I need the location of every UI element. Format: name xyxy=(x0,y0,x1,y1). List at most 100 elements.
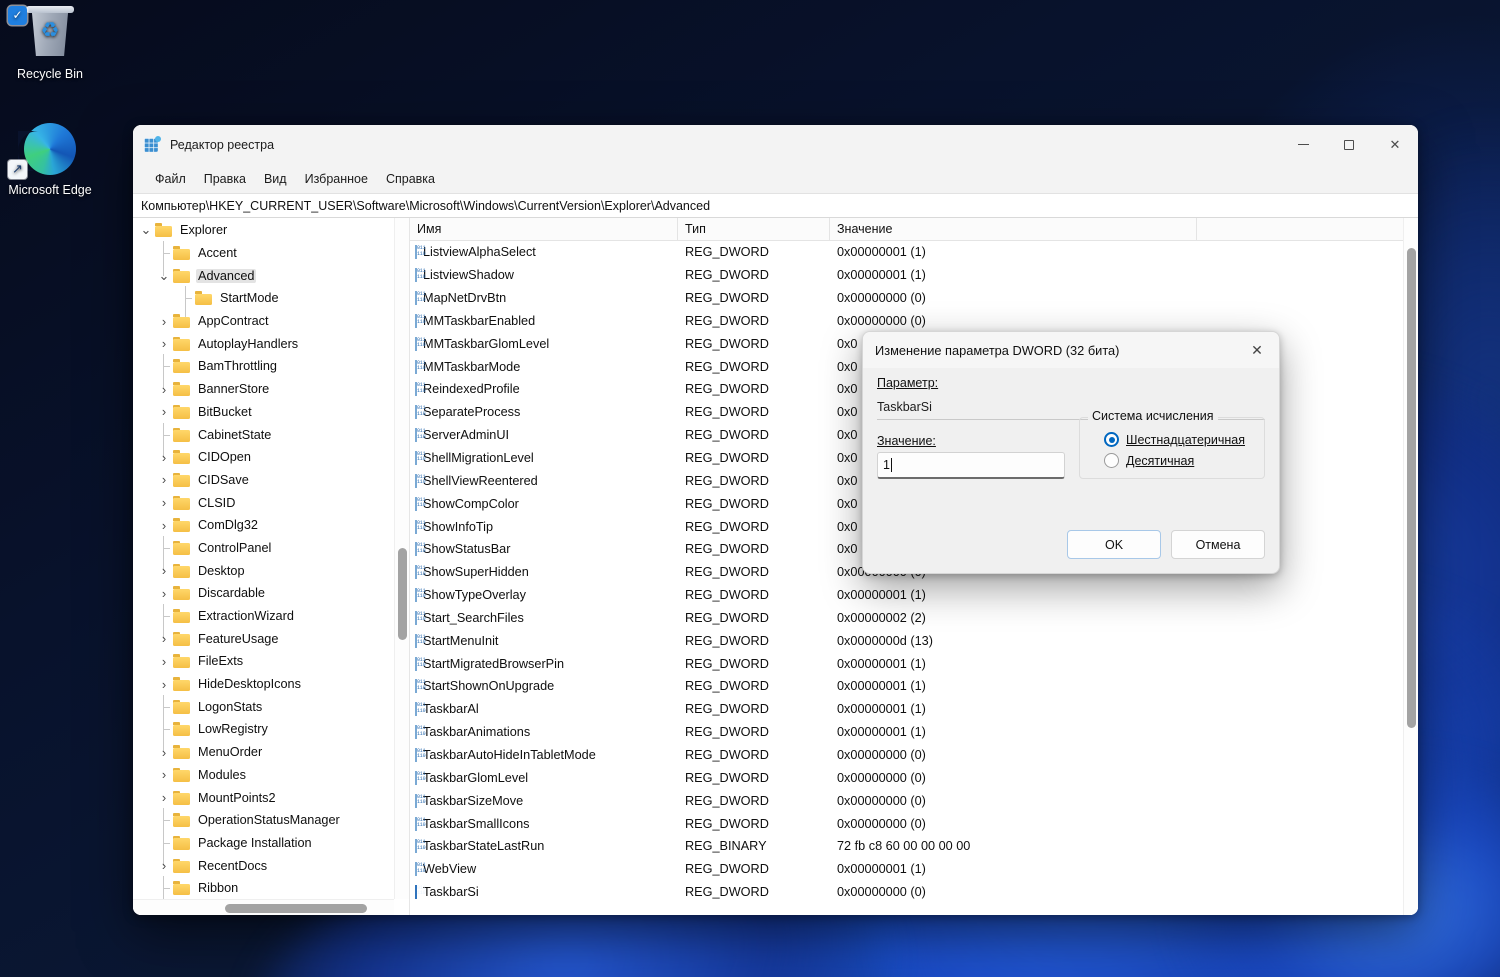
tree-item-cidopen[interactable]: ›CIDOpen xyxy=(133,446,393,469)
chevron-right-icon[interactable]: › xyxy=(155,473,173,486)
tree-item-package-installation[interactable]: Package Installation xyxy=(133,832,393,855)
registry-tree[interactable]: ⌄ExplorerAccent⌄AdvancedStartMode›AppCon… xyxy=(133,218,393,899)
tree-item-advanced[interactable]: ⌄Advanced xyxy=(133,264,393,287)
tree-item-clsid[interactable]: ›CLSID xyxy=(133,491,393,514)
tree-vertical-scroll-thumb[interactable] xyxy=(398,548,407,640)
tree-item-accent[interactable]: Accent xyxy=(133,242,393,265)
value-row[interactable]: 011110TaskbarAlREG_DWORD0x00000001 (1) xyxy=(410,698,1402,721)
value-row[interactable]: 011110StartShownOnUpgradeREG_DWORD0x0000… xyxy=(410,675,1402,698)
chevron-right-icon[interactable]: › xyxy=(155,383,173,396)
desktop[interactable]: ♻ ✓ Recycle Bin ↗ Microsoft Edge Редакто… xyxy=(0,0,1500,977)
value-row[interactable]: 011110ListviewAlphaSelectREG_DWORD0x0000… xyxy=(410,241,1402,264)
column-header-value[interactable]: Значение xyxy=(830,218,1197,240)
radio-decimal-icon[interactable] xyxy=(1104,453,1119,468)
tree-item-bitbucket[interactable]: ›BitBucket xyxy=(133,401,393,424)
tree-item-controlpanel[interactable]: ControlPanel xyxy=(133,537,393,560)
tree-item-startmode[interactable]: StartMode xyxy=(133,287,393,310)
chevron-right-icon[interactable]: › xyxy=(155,451,173,464)
tree-item-recentdocs[interactable]: ›RecentDocs xyxy=(133,854,393,877)
tree-item-discardable[interactable]: ›Discardable xyxy=(133,582,393,605)
radio-decimal[interactable]: Десятичная xyxy=(1104,453,1254,468)
chevron-right-icon[interactable]: › xyxy=(155,587,173,600)
chevron-right-icon[interactable]: › xyxy=(155,768,173,781)
value-row[interactable]: 011110TaskbarSmallIconsREG_DWORD0x000000… xyxy=(410,812,1402,835)
value-row[interactable]: 011110MapNetDrvBtnREG_DWORD0x00000000 (0… xyxy=(410,287,1402,310)
window-controls[interactable]: ✕ xyxy=(1280,125,1418,164)
maximize-button[interactable] xyxy=(1326,125,1372,164)
tree-item-appcontract[interactable]: ›AppContract xyxy=(133,310,393,333)
chevron-down-icon[interactable]: ⌄ xyxy=(137,227,155,233)
chevron-right-icon[interactable]: › xyxy=(155,519,173,532)
tree-item-ribbon[interactable]: Ribbon xyxy=(133,877,393,899)
chevron-right-icon[interactable]: › xyxy=(155,678,173,691)
tree-item-menuorder[interactable]: ›MenuOrder xyxy=(133,741,393,764)
values-column-headers[interactable]: Имя Тип Значение xyxy=(410,218,1418,241)
chevron-right-icon[interactable]: › xyxy=(155,632,173,645)
tree-item-operationstatusmanager[interactable]: OperationStatusManager xyxy=(133,809,393,832)
chevron-right-icon[interactable]: › xyxy=(155,746,173,759)
tree-item-bannerstore[interactable]: ›BannerStore xyxy=(133,378,393,401)
chevron-right-icon[interactable]: › xyxy=(155,655,173,668)
desktop-icon-recycle-bin[interactable]: ♻ ✓ Recycle Bin xyxy=(2,6,98,82)
registry-tree-pane[interactable]: ⌄ExplorerAccent⌄AdvancedStartMode›AppCon… xyxy=(133,218,410,915)
desktop-icon-microsoft-edge[interactable]: ↗ Microsoft Edge xyxy=(2,122,98,198)
menu-bar[interactable]: Файл Правка Вид Избранное Справка xyxy=(133,164,1418,193)
chevron-right-icon[interactable]: › xyxy=(155,315,173,328)
radio-hexadecimal-icon[interactable] xyxy=(1104,432,1119,447)
tree-vertical-scrollbar[interactable] xyxy=(394,218,409,899)
dialog-close-button[interactable]: ✕ xyxy=(1235,332,1279,368)
menu-item-favorites[interactable]: Избранное xyxy=(297,168,376,190)
value-row[interactable]: 011110TaskbarAutoHideInTabletModeREG_DWO… xyxy=(410,744,1402,767)
value-row[interactable]: 011110ListviewShadowREG_DWORD0x00000001 … xyxy=(410,264,1402,287)
value-row[interactable]: 011110TaskbarGlomLevelREG_DWORD0x0000000… xyxy=(410,766,1402,789)
tree-item-modules[interactable]: ›Modules xyxy=(133,764,393,787)
tree-item-autoplayhandlers[interactable]: ›AutoplayHandlers xyxy=(133,332,393,355)
chevron-right-icon[interactable]: › xyxy=(155,337,173,350)
radio-hexadecimal[interactable]: Шестнадцатеричная xyxy=(1104,432,1254,447)
value-row[interactable]: 011110StartMigratedBrowserPinREG_DWORD0x… xyxy=(410,652,1402,675)
tree-item-cidsave[interactable]: ›CIDSave xyxy=(133,469,393,492)
value-row[interactable]: 011110MMTaskbarEnabledREG_DWORD0x0000000… xyxy=(410,310,1402,333)
tree-horizontal-scrollbar[interactable] xyxy=(133,899,394,915)
value-input[interactable]: 1 xyxy=(877,452,1065,479)
value-row[interactable]: 011110TaskbarSiREG_DWORD0x00000000 (0) xyxy=(410,881,1402,904)
chevron-right-icon[interactable]: › xyxy=(155,791,173,804)
tree-item-comdlg32[interactable]: ›ComDlg32 xyxy=(133,514,393,537)
dialog-title-bar[interactable]: Изменение параметра DWORD (32 бита) ✕ xyxy=(863,332,1279,368)
value-row[interactable]: 011110ShowTypeOverlayREG_DWORD0x00000001… xyxy=(410,584,1402,607)
chevron-right-icon[interactable]: › xyxy=(155,496,173,509)
value-row[interactable]: 011110StartMenuInitREG_DWORD0x0000000d (… xyxy=(410,629,1402,652)
title-bar[interactable]: Редактор реестра ✕ xyxy=(133,125,1418,164)
tree-item-desktop[interactable]: ›Desktop xyxy=(133,559,393,582)
value-row[interactable]: 011110TaskbarStateLastRunREG_BINARY72 fb… xyxy=(410,835,1402,858)
chevron-down-icon[interactable]: ⌄ xyxy=(155,273,173,279)
menu-item-view[interactable]: Вид xyxy=(256,168,295,190)
ok-button[interactable]: OK xyxy=(1067,530,1161,559)
tree-item-explorer[interactable]: ⌄Explorer xyxy=(133,219,393,242)
values-vertical-scrollbar[interactable] xyxy=(1403,218,1418,915)
edit-dword-dialog[interactable]: Изменение параметра DWORD (32 бита) ✕ Па… xyxy=(862,331,1280,574)
close-button[interactable]: ✕ xyxy=(1372,125,1418,164)
menu-item-edit[interactable]: Правка xyxy=(196,168,254,190)
values-vertical-scroll-thumb[interactable] xyxy=(1407,248,1416,728)
chevron-right-icon[interactable]: › xyxy=(155,564,173,577)
tree-item-bamthrottling[interactable]: BamThrottling xyxy=(133,355,393,378)
value-row[interactable]: 011110WebViewREG_DWORD0x00000001 (1) xyxy=(410,858,1402,881)
tree-horizontal-scroll-thumb[interactable] xyxy=(225,904,367,913)
chevron-right-icon[interactable]: › xyxy=(155,405,173,418)
tree-item-fileexts[interactable]: ›FileExts xyxy=(133,650,393,673)
tree-item-hidedesktopicons[interactable]: ›HideDesktopIcons xyxy=(133,673,393,696)
tree-item-logonstats[interactable]: LogonStats xyxy=(133,695,393,718)
address-bar[interactable]: Компьютер\HKEY_CURRENT_USER\Software\Mic… xyxy=(133,193,1418,218)
value-row[interactable]: 011110TaskbarSizeMoveREG_DWORD0x00000000… xyxy=(410,789,1402,812)
chevron-right-icon[interactable]: › xyxy=(155,859,173,872)
column-header-name[interactable]: Имя xyxy=(410,218,678,240)
cancel-button[interactable]: Отмена xyxy=(1171,530,1265,559)
tree-item-lowregistry[interactable]: LowRegistry xyxy=(133,718,393,741)
tree-item-mountpoints2[interactable]: ›MountPoints2 xyxy=(133,786,393,809)
tree-item-extractionwizard[interactable]: ExtractionWizard xyxy=(133,605,393,628)
value-row[interactable]: 011110TaskbarAnimationsREG_DWORD0x000000… xyxy=(410,721,1402,744)
tree-item-cabinetstate[interactable]: CabinetState xyxy=(133,423,393,446)
minimize-button[interactable] xyxy=(1280,125,1326,164)
menu-item-file[interactable]: Файл xyxy=(147,168,194,190)
